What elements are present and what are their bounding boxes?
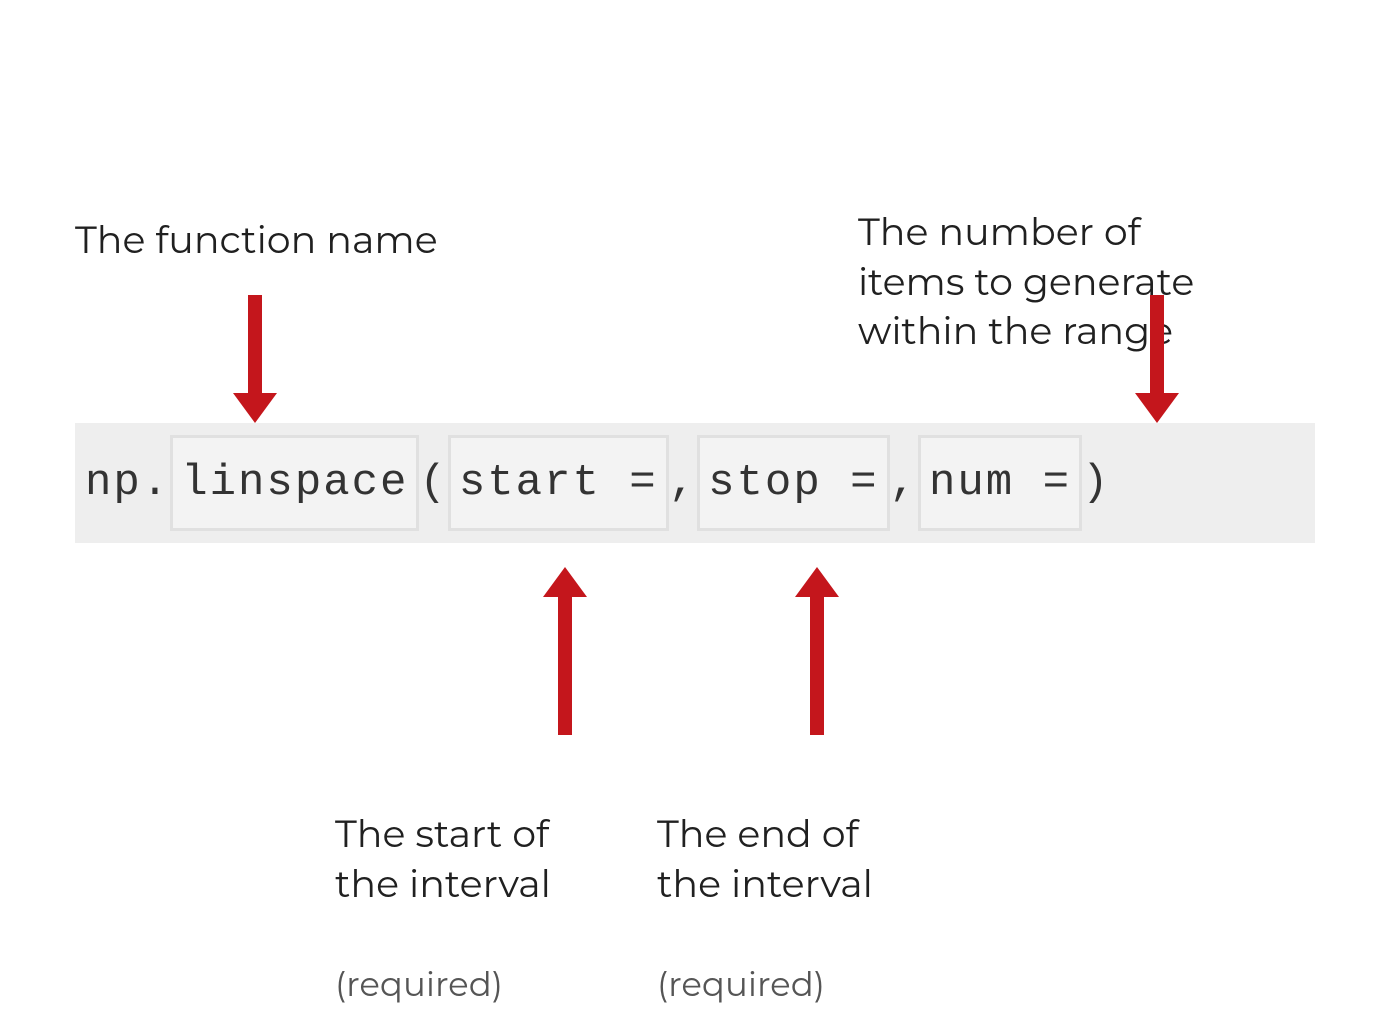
label-end-required: (required) bbox=[657, 963, 825, 1005]
diagram-stage: The function name The number of items to… bbox=[0, 0, 1380, 1026]
arrow-start bbox=[558, 595, 572, 735]
code-prefix: np. bbox=[85, 435, 170, 531]
code-start-kw: start = bbox=[459, 458, 658, 508]
label-num-items: The number of items to generate within t… bbox=[858, 158, 1194, 356]
code-func: linspace bbox=[181, 458, 408, 508]
label-end-interval: The end of the interval (required) bbox=[657, 760, 873, 1007]
arrow-num bbox=[1150, 295, 1164, 395]
code-close-paren: ) bbox=[1082, 435, 1110, 531]
code-comma1: , bbox=[669, 435, 697, 531]
arrow-function-name bbox=[248, 295, 262, 395]
code-stop-box: stop = bbox=[697, 435, 889, 531]
label-function-name-text: The function name bbox=[75, 216, 438, 263]
code-num-kw: num = bbox=[929, 458, 1071, 508]
label-function-name: The function name bbox=[75, 215, 438, 264]
code-num-box: num = bbox=[918, 435, 1082, 531]
arrow-stop bbox=[810, 595, 824, 735]
code-func-box: linspace bbox=[170, 435, 419, 531]
label-start-interval-text: The start of the interval bbox=[335, 810, 551, 906]
code-start-box: start = bbox=[448, 435, 669, 531]
code-bar: np. linspace ( start = , stop = , num = … bbox=[75, 423, 1315, 543]
code-open-paren: ( bbox=[419, 435, 447, 531]
code-comma2: , bbox=[890, 435, 918, 531]
label-start-interval: The start of the interval (required) bbox=[335, 760, 551, 1007]
label-end-interval-text: The end of the interval bbox=[657, 810, 873, 906]
label-start-required: (required) bbox=[335, 963, 503, 1005]
label-num-items-text: The number of items to generate within t… bbox=[858, 208, 1194, 354]
code-stop-kw: stop = bbox=[708, 458, 878, 508]
